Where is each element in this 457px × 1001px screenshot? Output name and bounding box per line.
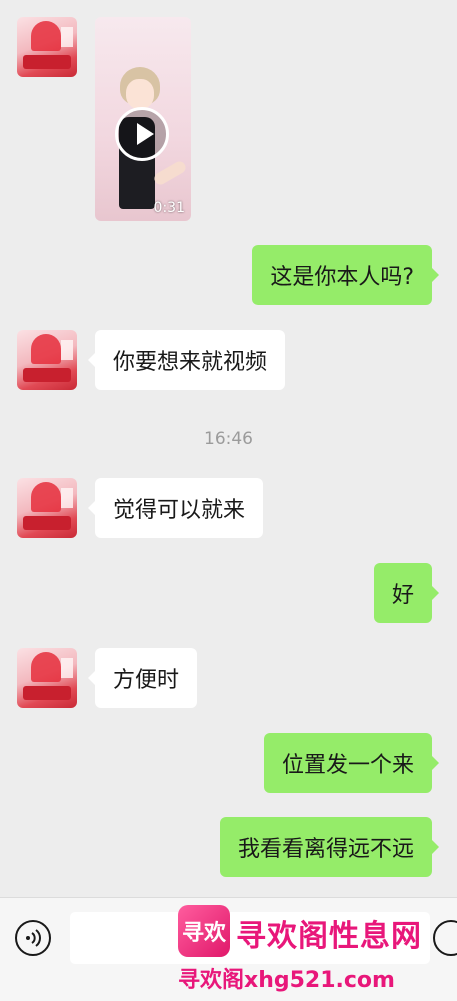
video-message[interactable]: 0:31: [95, 17, 191, 221]
contact-avatar[interactable]: [17, 330, 77, 390]
received-message-bubble[interactable]: 你要想来就视频: [87, 330, 286, 390]
video-thumbnail-leg: [152, 159, 188, 187]
contact-avatar[interactable]: [17, 648, 77, 708]
sent-message-bubble[interactable]: 我看看离得远不远: [219, 817, 440, 877]
message-timestamp: 16:46: [204, 429, 253, 449]
received-message-bubble[interactable]: 方便时: [87, 648, 198, 708]
avatar-canopy-shape: [31, 21, 61, 51]
play-icon[interactable]: [115, 107, 169, 161]
avatar-bed-shape: [23, 368, 71, 382]
avatar-window-shape: [61, 27, 73, 47]
sent-message-bubble[interactable]: 好: [373, 563, 440, 623]
avatar-canopy-shape: [31, 482, 61, 512]
avatar-bed-shape: [23, 55, 71, 69]
watermark-url: 寻欢阁xhg521.com: [178, 968, 395, 993]
sent-message-bubble[interactable]: 这是你本人吗?: [252, 245, 439, 305]
watermark-title: 寻欢阁性息网: [236, 919, 422, 954]
avatar-window-shape: [61, 658, 73, 678]
video-thumbnail-face: [126, 79, 154, 109]
contact-avatar[interactable]: [17, 478, 77, 538]
voice-wave-icon: [26, 929, 41, 947]
emoji-icon[interactable]: [433, 920, 457, 956]
avatar-window-shape: [61, 340, 73, 360]
contact-avatar[interactable]: [17, 17, 77, 77]
avatar-canopy-shape: [31, 652, 61, 682]
voice-icon[interactable]: [15, 920, 51, 956]
video-duration: 0:31: [153, 200, 185, 216]
avatar-window-shape: [61, 488, 73, 508]
avatar-bed-shape: [23, 516, 71, 530]
watermark-logo: 寻欢: [178, 905, 230, 957]
sent-message-bubble[interactable]: 位置发一个来: [263, 733, 440, 793]
avatar-canopy-shape: [31, 334, 61, 364]
avatar-bed-shape: [23, 686, 71, 700]
received-message-bubble[interactable]: 觉得可以就来: [87, 478, 264, 538]
